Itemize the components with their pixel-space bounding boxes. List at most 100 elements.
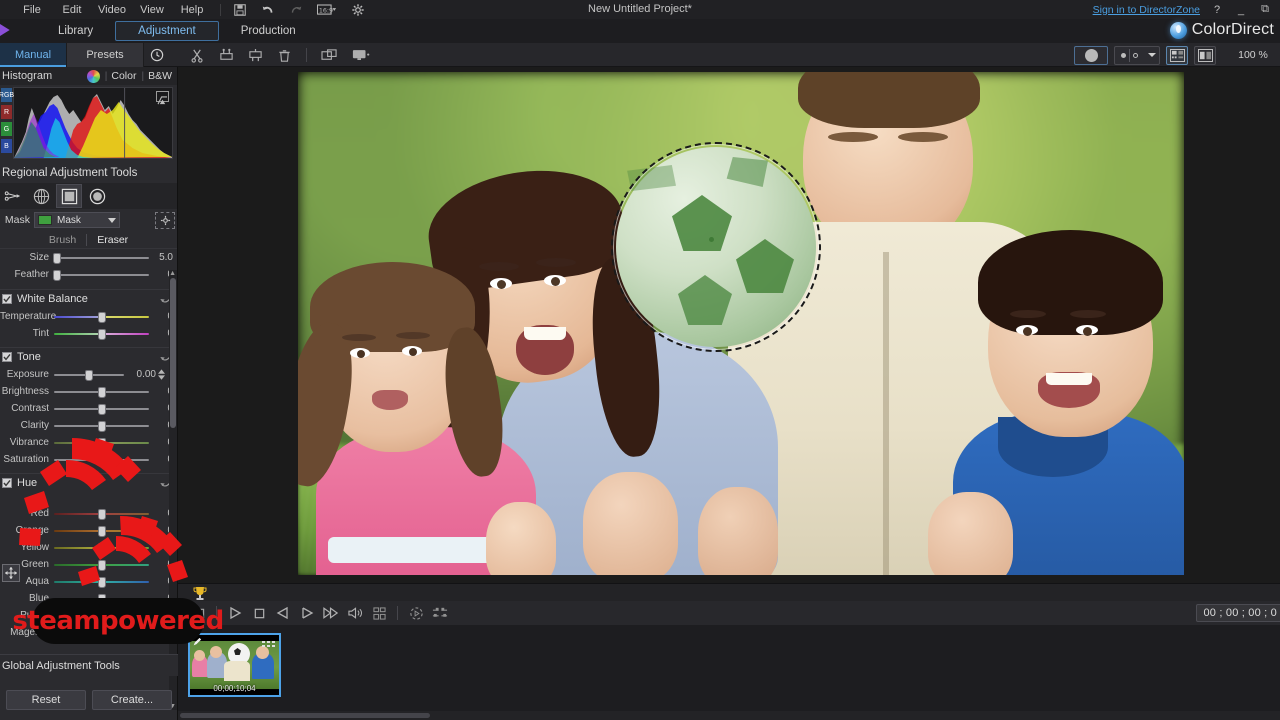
size-slider[interactable]: [52, 252, 149, 264]
menu-item-view[interactable]: View: [132, 4, 172, 16]
magenta-slider[interactable]: [54, 627, 149, 639]
reset-button[interactable]: Reset: [6, 690, 86, 710]
temperature-slider[interactable]: [54, 311, 149, 323]
contrast-slider[interactable]: [54, 403, 149, 415]
scroll-up-icon[interactable]: ▲: [169, 270, 176, 277]
clarity-slider[interactable]: [54, 420, 149, 432]
channel-rgb-button[interactable]: RGB: [0, 87, 14, 103]
channel-b-button[interactable]: B: [0, 138, 13, 154]
exposure-value[interactable]: 0.00: [124, 369, 158, 380]
volume-icon[interactable]: [343, 601, 367, 625]
tab-library[interactable]: Library: [36, 22, 115, 40]
menu-item-file[interactable]: File: [12, 4, 52, 16]
orange-slider[interactable]: [54, 525, 149, 537]
selection-marquee[interactable]: [611, 142, 821, 352]
tab-production[interactable]: Production: [219, 22, 318, 40]
delete-trash-icon[interactable]: [277, 48, 292, 63]
global-adjustment-tools-header[interactable]: Global Adjustment Tools: [0, 654, 178, 676]
scrollbar-thumb[interactable]: [170, 278, 176, 428]
single-view-button[interactable]: [1194, 45, 1216, 65]
timecode-display[interactable]: 00 ; 00 ; 00 ; 0: [1196, 604, 1280, 622]
saturation-slider[interactable]: [54, 454, 149, 466]
menu-item-edit[interactable]: Edit: [52, 4, 92, 16]
hue-checkbox[interactable]: [2, 478, 12, 488]
stop-icon[interactable]: [247, 601, 271, 625]
chevron-down-icon[interactable]: [1144, 52, 1159, 58]
help-question-icon[interactable]: ?: [1210, 4, 1224, 16]
aqua-slider[interactable]: [54, 576, 149, 588]
fast-forward-icon[interactable]: [319, 601, 343, 625]
blue-slider[interactable]: [54, 593, 149, 605]
vibrance-slider[interactable]: [54, 437, 149, 449]
sign-in-link[interactable]: Sign in to DirectorZone: [1093, 4, 1200, 16]
size-value[interactable]: 5.0: [149, 252, 175, 263]
subtab-manual[interactable]: Manual: [0, 43, 66, 67]
trim-out-icon[interactable]: [248, 48, 263, 63]
subtab-presets[interactable]: Presets: [66, 43, 144, 67]
chevron-down-icon[interactable]: [108, 217, 116, 223]
grid-icon[interactable]: [367, 601, 391, 625]
exposure-spinner[interactable]: [158, 369, 166, 380]
brush-tab[interactable]: Brush: [39, 234, 86, 246]
menu-item-video[interactable]: Video: [92, 4, 132, 16]
panel-drag-handle[interactable]: [2, 564, 20, 582]
tone-checkbox[interactable]: [2, 352, 12, 362]
play-icon[interactable]: [223, 601, 247, 625]
create-button[interactable]: Create...: [92, 690, 172, 710]
green-slider[interactable]: [54, 559, 149, 571]
eraser-tab[interactable]: Eraser: [86, 233, 138, 246]
channel-r-button[interactable]: R: [0, 104, 13, 120]
channel-g-button[interactable]: G: [0, 121, 13, 137]
compare-icon[interactable]: [428, 601, 452, 625]
minimize-button[interactable]: _: [1234, 4, 1248, 16]
history-clock-icon[interactable]: [144, 43, 170, 67]
display-mode-icon[interactable]: [352, 48, 370, 63]
purple-slider[interactable]: [54, 610, 149, 622]
clip-warning-icon[interactable]: [156, 91, 169, 105]
mask-opacity-dropdown[interactable]: [1114, 45, 1160, 65]
stop-alt-icon[interactable]: [186, 601, 210, 625]
preview-image[interactable]: [298, 72, 1184, 575]
exposure-slider[interactable]: [54, 369, 124, 381]
spinner-up-icon[interactable]: [158, 369, 165, 374]
tint-slider[interactable]: [54, 328, 149, 340]
next-frame-icon[interactable]: [295, 601, 319, 625]
prev-frame-icon[interactable]: [271, 601, 295, 625]
tab-adjustment[interactable]: Adjustment: [115, 21, 219, 41]
feather-slider[interactable]: [52, 269, 149, 281]
adjustment-brush-tool-icon[interactable]: [0, 184, 26, 208]
red-slider[interactable]: [54, 508, 149, 520]
save-icon[interactable]: [233, 3, 247, 17]
histogram-mode-color[interactable]: Color: [111, 70, 136, 82]
trophy-icon[interactable]: [192, 585, 208, 601]
refresh-preview-icon[interactable]: [404, 601, 428, 625]
adjustment-selection-tool-icon[interactable]: [28, 184, 54, 208]
yellow-slider[interactable]: [54, 542, 149, 554]
timeline-track-area[interactable]: 00;00;10;04: [178, 625, 1280, 720]
undo-icon[interactable]: [261, 3, 275, 17]
histogram-mode-bw[interactable]: B&W: [148, 70, 172, 82]
timeline-ruler[interactable]: [178, 583, 1280, 601]
redo-icon[interactable]: [289, 3, 303, 17]
menu-item-help[interactable]: Help: [172, 4, 212, 16]
mask-dropdown[interactable]: Mask: [34, 212, 120, 228]
edit-pencil-icon[interactable]: [192, 637, 202, 647]
spinner-down-icon[interactable]: [158, 375, 165, 380]
gradient-mask-tool-icon[interactable]: [56, 184, 82, 208]
split-scissors-icon[interactable]: [190, 48, 205, 63]
detach-window-icon[interactable]: [321, 48, 338, 63]
timeline-scroll-thumb[interactable]: [180, 713, 430, 718]
resolution-icon[interactable]: 16:9: [317, 3, 337, 17]
restore-button[interactable]: ⧉: [1258, 3, 1272, 16]
color-picker-button[interactable]: [1074, 45, 1108, 65]
radial-mask-tool-icon[interactable]: [84, 184, 110, 208]
mask-settings-icon[interactable]: [155, 211, 175, 229]
timeline-clip[interactable]: 00;00;10;04: [188, 633, 281, 697]
timeline-horizontal-scrollbar[interactable]: [178, 711, 1280, 720]
brightness-slider[interactable]: [54, 386, 149, 398]
compare-split-button[interactable]: [1166, 45, 1188, 65]
white-balance-checkbox[interactable]: [2, 294, 12, 304]
zoom-level-value[interactable]: 100 %: [1232, 49, 1274, 61]
color-wheel-icon[interactable]: [86, 69, 100, 83]
panel-scrollbar[interactable]: ▲ ▼: [169, 270, 177, 710]
